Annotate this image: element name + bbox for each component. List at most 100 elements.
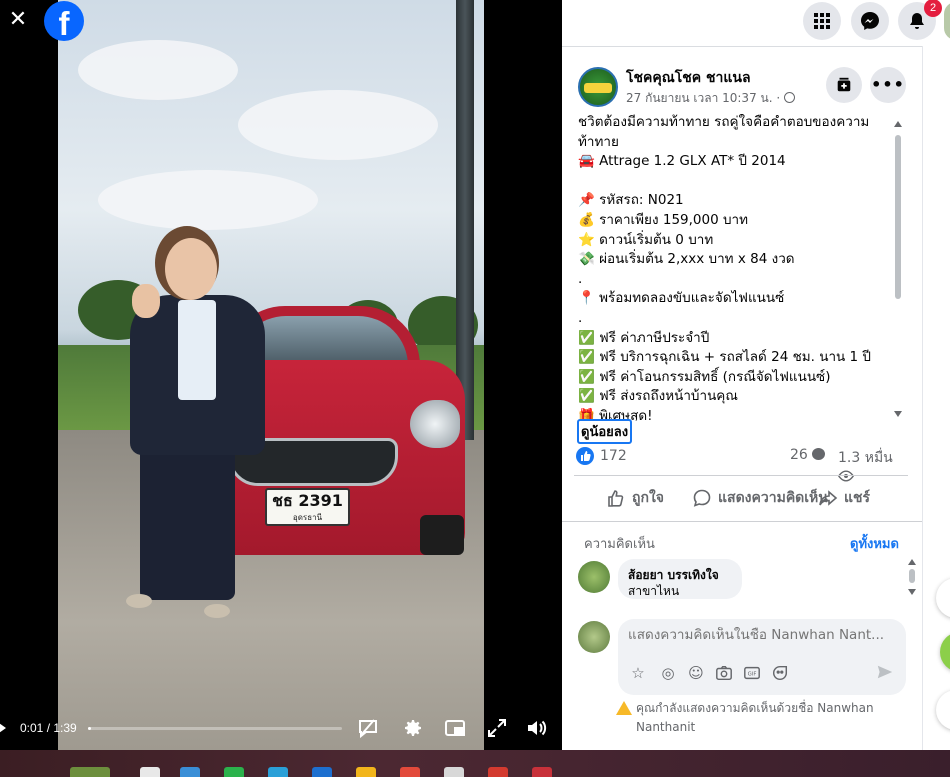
- view-count-group: 1.3 หมื่น: [837, 447, 910, 485]
- commenter-avatar[interactable]: [578, 561, 610, 593]
- close-icon[interactable]: ✕: [6, 8, 30, 32]
- page-avatar[interactable]: [578, 67, 618, 107]
- post-line: 💰 ราคาเพียง 159,000 บาท: [578, 211, 749, 228]
- commenting-as-text: คุณกำลังแสดงความคิดเห็นด้วยชื่อ Nanwhan …: [636, 701, 874, 734]
- taskbar-app-icon[interactable]: [444, 767, 464, 777]
- sticker-icon[interactable]: [770, 663, 790, 683]
- video-controls: 0:01 / 1:39: [0, 708, 562, 748]
- os-taskbar: [0, 750, 950, 777]
- emoji-icon[interactable]: ☺: [686, 663, 706, 683]
- post-timestamp[interactable]: 27 กันยายน เวลา 10:37 น. ·: [626, 89, 795, 108]
- taskbar-app-icon[interactable]: [488, 767, 508, 777]
- post-panel: โชคคุณโชค ชาแนล 27 กันยายน เวลา 10:37 น.…: [562, 46, 922, 750]
- scroll-up-icon[interactable]: [908, 559, 916, 565]
- share-button[interactable]: แชร์: [818, 487, 870, 509]
- screen: ชธ 2391 อุดรธานี ✕ f 0:01 / 1:39 2 โชคคุ…: [0, 0, 950, 777]
- post-line: 💸 ผ่อนเริ่มต้น 2,xxx บาท x 84 งวด: [578, 251, 795, 268]
- share-label: แชร์: [844, 490, 871, 506]
- settings-gear-icon[interactable]: [400, 716, 424, 740]
- like-label: ถูกใจ: [632, 490, 664, 506]
- camera-icon[interactable]: [714, 663, 734, 683]
- video-progress-fill: [88, 727, 91, 730]
- taskbar-app-icon[interactable]: [532, 767, 552, 777]
- see-less-link[interactable]: ดูน้อยลง: [577, 419, 633, 444]
- taskbar-app-icon[interactable]: [400, 767, 420, 777]
- profile-avatar[interactable]: [944, 2, 950, 40]
- gif-icon[interactable]: GIF: [742, 663, 762, 683]
- commenting-as-notice: คุณกำลังแสดงความคิดเห็นด้วยชื่อ Nanwhan …: [616, 699, 906, 737]
- see-all-comments-link[interactable]: ดูทั้งหมด: [850, 533, 899, 554]
- taskbar-app-icon[interactable]: [70, 767, 110, 777]
- divider: [574, 475, 908, 476]
- reaction-summary: 172 26 1.3 หมื่น: [576, 447, 910, 482]
- post-scrollbar[interactable]: [894, 121, 902, 419]
- captions-off-icon[interactable]: [356, 716, 380, 740]
- like-button[interactable]: ถูกใจ: [606, 487, 664, 509]
- post-line: 🚘 Attrage 1.2 GLX AT* ปี 2014: [578, 153, 786, 170]
- post-text: ชวิตต้องมีความท้าทาย รถคู่ใจคือคำตอบของค…: [578, 113, 888, 421]
- post-date: 27 กันยายน เวลา 10:37 น. ·: [626, 91, 781, 105]
- picture-in-picture-icon[interactable]: [443, 716, 467, 740]
- plate-province: อุดรธานี: [292, 513, 323, 522]
- divider: [562, 521, 922, 522]
- volume-icon[interactable]: [524, 716, 548, 740]
- license-plate: ชธ 2391 อุดรธานี: [265, 488, 350, 526]
- video-progress-track[interactable]: [88, 727, 342, 730]
- comment-text: สาขาไหน: [628, 584, 680, 598]
- comment-count-link[interactable]: 26: [790, 447, 826, 463]
- thumbs-up-icon: [608, 490, 624, 507]
- taskbar-app-icon[interactable]: [268, 767, 288, 777]
- view-count: 1.3 หมื่น: [838, 450, 893, 466]
- avatar-sticker-icon[interactable]: ☆: [628, 663, 648, 683]
- post-line: 📍 พร้อมทดลองขับและจัดไฟแนนซ์: [578, 290, 785, 307]
- messenger-icon[interactable]: [851, 2, 889, 40]
- facebook-logo-icon[interactable]: f: [44, 1, 84, 41]
- scroll-down-icon[interactable]: [908, 589, 916, 595]
- comment-composer[interactable]: ☆ ◎ ☺ GIF: [618, 619, 906, 695]
- video-time: 0:01 / 1:39: [20, 721, 77, 735]
- share-icon: [819, 490, 838, 506]
- post-actions: ถูกใจ แสดงความคิดเห็น แชร์: [574, 481, 908, 513]
- emoji-sticker-icon[interactable]: ◎: [658, 663, 678, 683]
- taskbar-app-icon[interactable]: [356, 767, 376, 777]
- send-icon[interactable]: [876, 663, 896, 683]
- post-line: ชวิตต้องมีความท้าทาย รถคู่ใจคือคำตอบของค…: [578, 114, 870, 150]
- like-count[interactable]: 172: [600, 448, 627, 464]
- scroll-thumb[interactable]: [895, 135, 901, 299]
- post-line: 📌 รหัสรถ: N021: [578, 192, 684, 209]
- svg-text:GIF: GIF: [748, 672, 757, 678]
- taskbar-app-icon[interactable]: [312, 767, 332, 777]
- scroll-down-icon[interactable]: [894, 411, 902, 417]
- post-line: ✅ ฟรี ส่งรถถึงหน้าบ้านคุณ: [578, 388, 738, 405]
- comment-label: แสดงความคิดเห็น: [718, 490, 828, 506]
- comment-bubble: ส้อยยา บรรเทิงใจ สาขาไหน: [618, 559, 742, 599]
- post-line: .: [578, 309, 583, 326]
- scroll-thumb[interactable]: [909, 569, 915, 583]
- globe-icon: [784, 92, 795, 103]
- page-name[interactable]: โชคคุณโชค ชาแนล: [626, 67, 751, 89]
- save-post-icon[interactable]: [826, 67, 862, 103]
- play-icon[interactable]: [0, 721, 6, 735]
- comment-input[interactable]: [628, 627, 898, 643]
- post-line: ✅ ฟรี ค่าภาษีประจำปี: [578, 329, 710, 346]
- current-user-avatar[interactable]: [578, 621, 610, 653]
- post-line: .: [578, 270, 583, 287]
- commenter-name[interactable]: ส้อยยา บรรเทิงใจ: [628, 567, 732, 583]
- post-line: ⭐ ดาวน์เริ่มต้น 0 บาท: [578, 231, 714, 248]
- post-line: ✅ ฟรี ค่าโอนกรรมสิทธิ์ (กรณีจัดไฟแนนซ์): [578, 368, 831, 385]
- taskbar-app-icon[interactable]: [180, 767, 200, 777]
- taskbar-app-icon[interactable]: [140, 767, 160, 777]
- comment-bubble-icon: [812, 448, 826, 460]
- menu-grid-icon[interactable]: [803, 2, 841, 40]
- more-options-icon[interactable]: •••: [870, 67, 906, 103]
- comment-count: 26: [790, 447, 808, 463]
- fullscreen-icon[interactable]: [485, 716, 509, 740]
- scroll-up-icon[interactable]: [894, 121, 902, 127]
- comments-scrollbar[interactable]: [908, 559, 916, 595]
- comments-title: ความคิดเห็น: [584, 537, 655, 552]
- warning-icon: [616, 701, 632, 715]
- comment-button[interactable]: แสดงความคิดเห็น: [692, 487, 828, 509]
- like-reaction-icon[interactable]: [576, 447, 594, 465]
- taskbar-app-icon[interactable]: [224, 767, 244, 777]
- video-player[interactable]: ชธ 2391 อุดรธานี ✕ f 0:01 / 1:39: [0, 0, 562, 750]
